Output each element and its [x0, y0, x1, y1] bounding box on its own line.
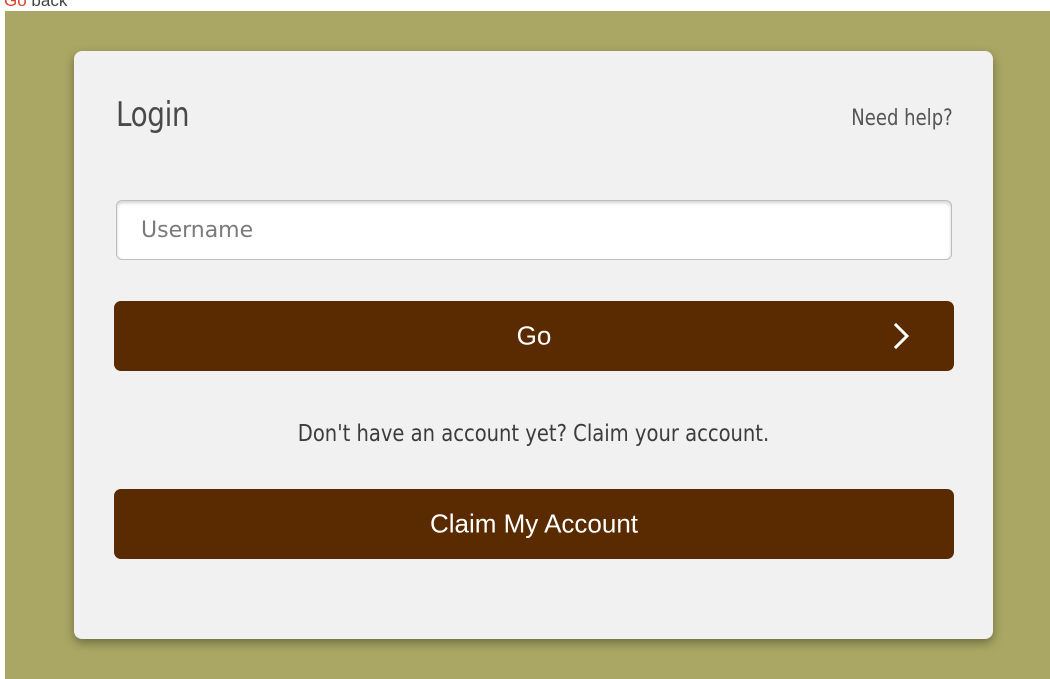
top-strip-text: Go back [4, 0, 67, 11]
top-strip: Go back [0, 0, 1050, 11]
go-button-label: Go [516, 320, 552, 351]
claim-account-button[interactable]: Claim My Account [114, 489, 954, 559]
login-title: Login [116, 95, 190, 135]
need-help-link[interactable]: Need help? [852, 106, 953, 131]
username-input[interactable] [116, 200, 952, 260]
chevron-right-icon [893, 322, 910, 350]
top-strip-rest-text: back [31, 0, 68, 10]
top-strip-accent-text: Go [4, 0, 27, 10]
login-card: Login Need help? Go Don't have an accoun… [74, 51, 993, 639]
account-prompt-text: Don't have an account yet? Claim your ac… [297, 421, 770, 447]
claim-account-button-label: Claim My Account [429, 508, 639, 539]
go-button[interactable]: Go [114, 301, 954, 371]
